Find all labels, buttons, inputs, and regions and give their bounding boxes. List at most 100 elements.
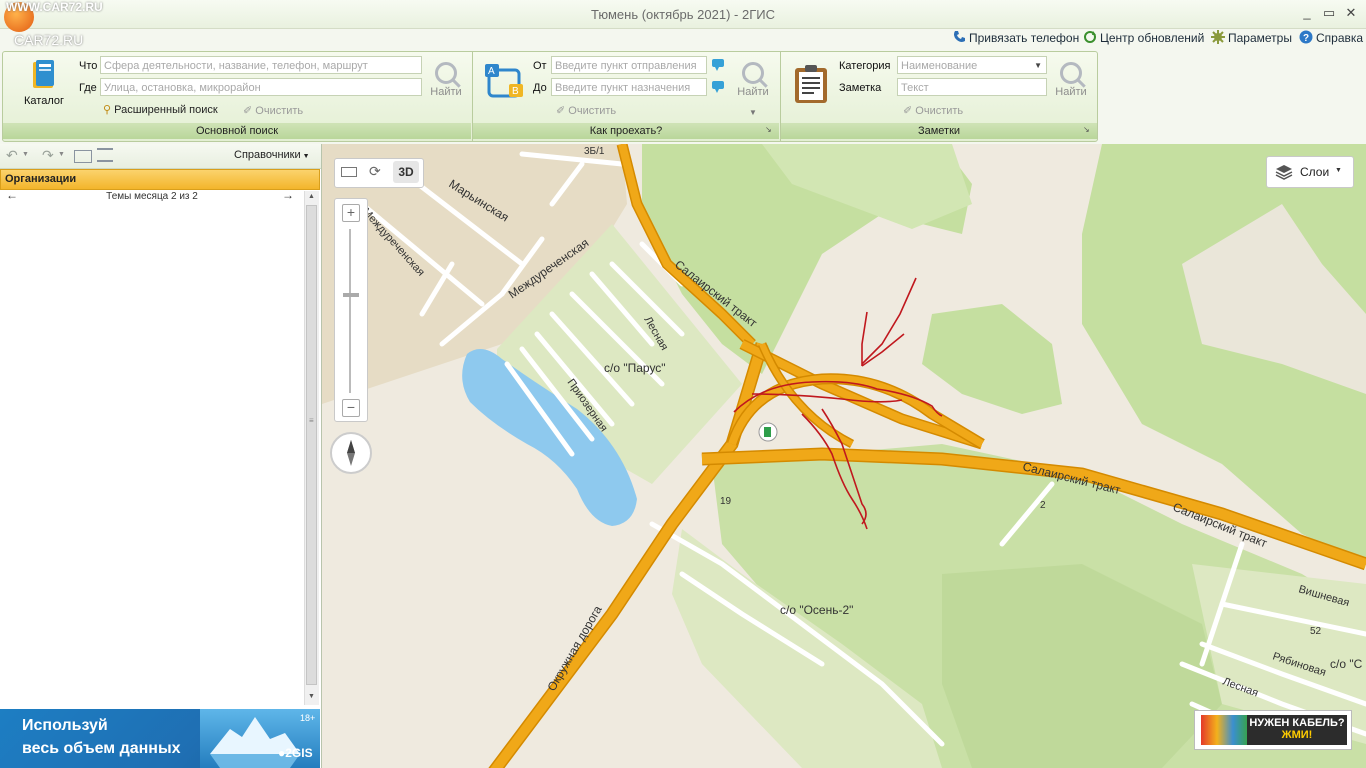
map-view[interactable]: 3Б/1 Марьинская Междуреченская Междурече… xyxy=(322,144,1366,768)
category-select[interactable]: Наименование ▼ xyxy=(897,56,1047,74)
expand-icon[interactable] xyxy=(97,148,113,162)
label-19: 19 xyxy=(720,496,732,507)
zoom-in-button[interactable]: + xyxy=(342,204,360,222)
back-dropdown-icon[interactable]: ▼ xyxy=(22,151,29,158)
svg-text:B: B xyxy=(512,86,519,97)
label-parus: с/о "Парус" xyxy=(604,361,666,375)
ruler-icon[interactable] xyxy=(341,167,357,177)
banner-brand-label: 2GIS xyxy=(285,746,313,760)
route-expand-icon[interactable]: ↘ xyxy=(765,125,772,134)
label-so-c: с/о "С xyxy=(1330,657,1363,671)
zoom-track[interactable] xyxy=(349,229,351,393)
route-eraser-icon: ✐ xyxy=(556,105,566,117)
banner-age: 18+ xyxy=(300,713,316,723)
route-clear-button[interactable]: ✐ Очистить xyxy=(556,104,616,117)
advanced-search-link[interactable]: ⚲ Расширенный поиск xyxy=(103,103,218,116)
minimize-button[interactable]: _ xyxy=(1296,4,1318,22)
compass-button[interactable] xyxy=(330,432,372,474)
scroll-grip-icon: ≡ xyxy=(309,416,314,425)
banner-line2: весь объем данных xyxy=(22,740,181,757)
layers-chevron-icon: ▼ xyxy=(1335,167,1342,174)
promo-banner[interactable]: Используй весь объем данных 18+ ●2GIS xyxy=(0,709,320,768)
svg-text:A: A xyxy=(488,66,495,77)
label-osen: с/о "Осень-2" xyxy=(780,603,853,617)
category-select-value: Наименование xyxy=(901,60,978,72)
themes-next-icon[interactable]: → xyxy=(282,191,294,202)
banner-brand: ●2GIS xyxy=(278,746,313,760)
where-label: Где xyxy=(79,82,97,94)
notes-clear-button[interactable]: ✐ Очистить xyxy=(903,104,963,117)
to-input[interactable]: Введите пункт назначения xyxy=(551,78,707,96)
search-icon xyxy=(435,62,457,84)
search-clear-button[interactable]: ✐ Очистить xyxy=(243,104,303,117)
mode-3d-button[interactable]: 3D xyxy=(393,161,419,183)
map-canvas[interactable]: 3Б/1 Марьинская Междуреченская Междурече… xyxy=(322,144,1366,768)
close-button[interactable]: ✕ xyxy=(1340,4,1362,22)
catalog-icon xyxy=(27,58,61,92)
route-group-label: Как проехать? xyxy=(473,123,779,139)
sidebar-scrollbar[interactable]: ▲ ≡ ▼ xyxy=(304,191,319,705)
directories-menu[interactable]: Справочники ▼ xyxy=(234,149,310,161)
zoom-out-button[interactable]: − xyxy=(342,399,360,417)
advanced-search-label: Расширенный поиск xyxy=(114,104,218,116)
update-center-label: Центр обновлений xyxy=(1100,31,1205,45)
what-label: Что xyxy=(79,60,98,72)
chevron-down-icon: ▼ xyxy=(1034,61,1042,70)
organizations-header[interactable]: Организации xyxy=(0,169,320,190)
notes-find-label: Найти xyxy=(1055,86,1087,98)
notes-find-button[interactable]: Найти xyxy=(1051,58,1091,108)
compass-icon xyxy=(347,440,355,466)
title-bar: WWW.CAR72.RU CAR72.RU Тюмень (октябрь 20… xyxy=(0,0,1366,48)
watermark-logo-text: CAR72.RU xyxy=(14,32,84,48)
bind-phone-link[interactable]: Привязать телефон xyxy=(952,30,1079,46)
route-find-button[interactable]: Найти xyxy=(733,58,773,108)
notes-expand-icon[interactable]: ↘ xyxy=(1083,125,1090,134)
help-link[interactable]: ? Справка xyxy=(1299,30,1363,46)
route-search-icon xyxy=(742,62,764,84)
zoom-thumb[interactable] xyxy=(343,293,359,297)
search-clear-label: Очистить xyxy=(255,105,304,117)
maximize-button[interactable]: ▭ xyxy=(1318,4,1340,22)
what-input[interactable]: Сфера деятельности, название, телефон, м… xyxy=(100,56,422,74)
layers-button[interactable]: Слои ▼ xyxy=(1266,156,1354,188)
settings-link[interactable]: Параметры xyxy=(1211,30,1292,46)
window-title: Тюмень (октябрь 2021) - 2ГИС xyxy=(591,7,775,22)
from-pin-icon[interactable] xyxy=(711,58,725,72)
zoom-control: + − xyxy=(334,198,368,422)
refresh-icon xyxy=(1083,30,1097,44)
sidebar: ↶ ▼ ↷ ▼ Справочники ▼ Организации ← Темы… xyxy=(0,144,322,768)
notes-search-icon xyxy=(1060,62,1082,84)
update-center-link[interactable]: Центр обновлений xyxy=(1083,30,1204,46)
route-dropdown-icon[interactable]: ▼ xyxy=(749,108,757,117)
label-52: 52 xyxy=(1310,626,1322,637)
catalog-button[interactable]: Каталог xyxy=(19,58,69,107)
label-3b1: 3Б/1 xyxy=(584,146,605,157)
route-icon: AB xyxy=(485,62,525,102)
banner-line1: Используй xyxy=(22,717,108,734)
route-clear-label: Очистить xyxy=(568,105,617,117)
notes-clipboard-icon xyxy=(793,64,829,104)
search-find-button[interactable]: Найти xyxy=(426,58,466,108)
back-arrow-icon[interactable]: ↶ xyxy=(6,147,18,164)
scroll-down-icon[interactable]: ▼ xyxy=(308,693,315,700)
from-label: От xyxy=(533,60,547,72)
scroll-up-icon[interactable]: ▲ xyxy=(308,193,315,200)
gas-station-icon[interactable] xyxy=(758,422,778,442)
note-label: Заметка xyxy=(839,82,882,94)
forward-dropdown-icon[interactable]: ▼ xyxy=(58,151,65,158)
forward-arrow-icon[interactable]: ↷ xyxy=(42,147,54,164)
ribbon: Каталог Что Сфера деятельности, название… xyxy=(2,51,1098,142)
note-input[interactable]: Текст xyxy=(897,78,1047,96)
scroll-thumb[interactable] xyxy=(306,205,317,685)
directories-label: Справочники xyxy=(234,149,301,161)
from-input[interactable]: Введите пункт отправления xyxy=(551,56,707,74)
map-tools-panel: ⟳ 3D xyxy=(334,158,424,188)
ad-banner[interactable]: НУЖЕН КАБЕЛЬ? ЖМИ! xyxy=(1194,710,1352,750)
radar-icon[interactable]: ⟳ xyxy=(369,163,381,180)
collapse-icon[interactable] xyxy=(74,150,92,163)
where-input[interactable]: Улица, остановка, микрорайон xyxy=(100,78,422,96)
themes-prev-icon[interactable]: ← xyxy=(6,191,18,202)
to-label: До xyxy=(533,82,547,94)
layers-icon xyxy=(1275,165,1293,180)
to-pin-icon[interactable] xyxy=(711,80,725,94)
